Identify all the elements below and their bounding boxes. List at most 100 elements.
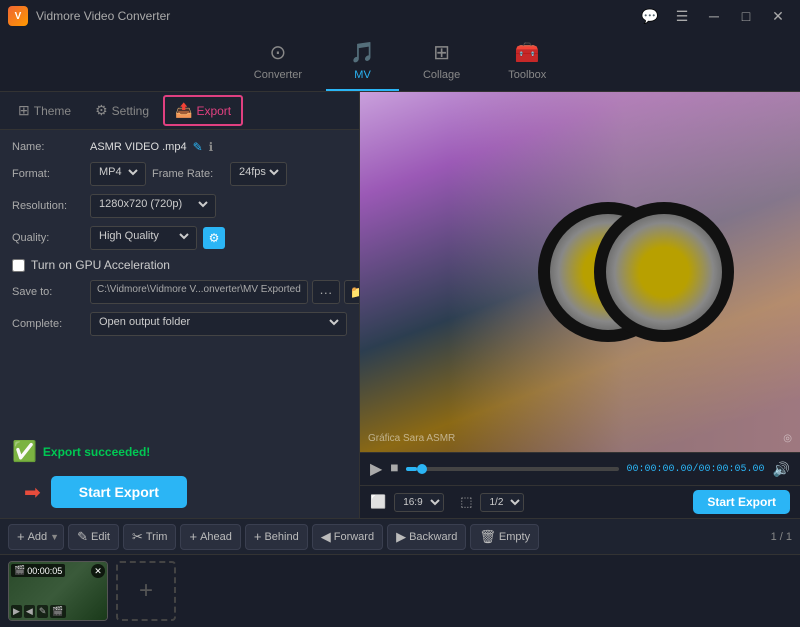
setting-gear-icon: ⚙ [95,102,108,119]
edit-button[interactable]: ✎ Edit [68,524,119,550]
nav-tabs: ⊙ Converter 🎵 MV ⊞ Collage 🧰 Toolbox [0,32,800,92]
aspect-ratio-select[interactable]: 16:94:31:1 [394,493,444,512]
clip-play-icon[interactable]: ▶ [11,605,22,618]
save-to-path-row: C:\Vidmore\Vidmore V...onverter\MV Expor… [90,280,359,304]
left-panel: ⊞ Theme ⚙ Setting 📤 Export Name: ASMR VI… [0,92,360,518]
menu-button[interactable]: ☰ [668,5,696,27]
gpu-checkbox[interactable] [12,259,25,272]
format-select[interactable]: MP4MOVAVI [90,162,146,186]
name-info-icon[interactable]: ℹ [209,140,214,154]
setting-label: Setting [112,104,149,118]
open-folder-button[interactable]: 📁 [344,280,359,304]
progress-fill [406,467,417,471]
export-success-message: Export succeeded! [43,445,150,459]
clip-controls: ▶ ◀ ✎ 🎬 [11,605,66,618]
add-label: Add [28,531,48,543]
resolution-select[interactable]: 1280x720 (720p)1920x1080 (1080p) [90,194,216,218]
backward-icon: ▶ [396,529,406,545]
clip-duration-text: 00:00:05 [27,566,62,576]
gpu-label: Turn on GPU Acceleration [31,258,170,272]
empty-button[interactable]: 🗑 Empty [470,524,539,550]
complete-select[interactable]: Open output folder [90,312,347,336]
clip-edit-icon[interactable]: ✎ [37,605,49,618]
page-select[interactable]: 1/22/2 [480,493,524,512]
add-arrow-icon: ▼ [50,532,59,542]
clip-rewind-icon[interactable]: ◀ [24,605,35,618]
video-area: Gráfica Sara ASMR ◎ [360,92,800,452]
empty-label: Empty [499,531,530,543]
format-row: Format: MP4MOVAVI Frame Rate: 24fps30fps… [12,162,347,186]
resolution-row: Resolution: 1280x720 (720p)1920x1080 (10… [12,194,347,218]
name-field-label: Name: [12,141,84,153]
trash-icon: 🗑 [479,529,496,545]
add-clip-button[interactable]: + [116,561,176,621]
frame-rate-dropdown[interactable]: 24fps30fps60fps [235,165,282,179]
time-total: 00:00:05.00 [699,464,765,475]
tab-theme[interactable]: ⊞ Theme [8,97,81,124]
video-object-right [594,202,734,342]
behind-button[interactable]: + Behind [245,524,308,550]
tab-export[interactable]: 📤 Export [163,95,243,126]
tab-setting[interactable]: ⚙ Setting [85,97,159,124]
tab-toolbox[interactable]: 🧰 Toolbox [484,32,570,91]
collage-label: Collage [423,69,460,81]
time-current: 00:00:00.00 [627,464,693,475]
quality-settings-button[interactable]: ⚙ [203,227,225,249]
start-export-button2[interactable]: Start Export [693,490,790,514]
backward-button[interactable]: ▶ Backward [387,524,466,550]
name-value: ASMR VIDEO .mp4 [90,141,187,153]
volume-button[interactable]: 🔊 [773,461,790,478]
quality-label: Quality: [12,232,84,244]
tab-collage[interactable]: ⊞ Collage [399,32,484,91]
progress-dot [417,464,427,474]
chat-button[interactable]: 💬 [636,5,664,27]
name-edit-icon[interactable]: ✎ [193,140,203,154]
export-icon: 📤 [175,102,192,119]
quality-select[interactable]: High QualityMedium Quality [90,226,197,250]
tab-converter[interactable]: ⊙ Converter [230,32,326,91]
trim-label: Trim [146,531,168,543]
video-content: Gráfica Sara ASMR ◎ [360,92,800,452]
video-controls2: ⬜ 16:94:31:1 ⬚ 1/22/2 Start Export [360,485,800,518]
quality-dropdown[interactable]: High QualityMedium Quality [95,229,192,243]
play-button[interactable]: ▶ [370,459,382,479]
add-icon: + [17,529,25,544]
maximize-button[interactable]: □ [732,5,760,27]
add-button[interactable]: + Add ▼ [8,524,64,550]
resolution-dropdown[interactable]: 1280x720 (720p)1920x1080 (1080p) [95,197,211,211]
minimize-button[interactable]: ─ [700,5,728,27]
forward-label: Forward [334,531,374,543]
app-logo: V [8,6,28,26]
close-button[interactable]: ✕ [764,5,792,27]
browse-button[interactable]: ··· [312,280,340,304]
mv-label: MV [354,69,371,81]
arrow-indicator-icon: ➡ [24,480,41,505]
settings-panel: Name: ASMR VIDEO .mp4 ✎ ℹ Format: MP4MOV… [0,130,359,431]
theme-label: Theme [34,104,71,118]
video-controls: ▶ ⏹ 00:00:00.00/00:00:05.00 🔊 [360,452,800,485]
progress-bar[interactable] [406,467,618,471]
format-dropdown[interactable]: MP4MOVAVI [95,165,141,179]
right-panel: Gráfica Sara ASMR ◎ ▶ ⏹ 00:00:00.00/00:0… [360,92,800,518]
complete-dropdown[interactable]: Open output folder [95,315,342,329]
frame-rate-label: Frame Rate: [152,168,224,180]
clip-film-icon[interactable]: 🎬 [50,605,65,618]
page-count: 1 / 1 [771,531,792,543]
toolbox-icon: 🧰 [515,40,540,65]
resolution-label: Resolution: [12,200,84,212]
page-icon: ⬚ [460,494,472,510]
ahead-button[interactable]: + Ahead [180,524,240,550]
tab-mv[interactable]: 🎵 MV [326,32,399,91]
forward-button[interactable]: ◀ Forward [312,524,383,550]
start-export-button[interactable]: Start Export [51,476,187,508]
frame-rate-select[interactable]: 24fps30fps60fps [230,162,287,186]
trim-button[interactable]: ✂ Trim [123,524,177,550]
main-content: ⊞ Theme ⚙ Setting 📤 Export Name: ASMR VI… [0,92,800,518]
save-to-row: Save to: C:\Vidmore\Vidmore V...onverter… [12,280,347,304]
export-label: Export [196,104,231,118]
clip-close-button[interactable]: ✕ [91,564,105,578]
stop-button[interactable]: ⏹ [390,460,398,478]
clip-video-icon: 🎬 [14,565,25,576]
app-title: Vidmore Video Converter [36,9,170,23]
title-bar-left: V Vidmore Video Converter [8,6,170,26]
